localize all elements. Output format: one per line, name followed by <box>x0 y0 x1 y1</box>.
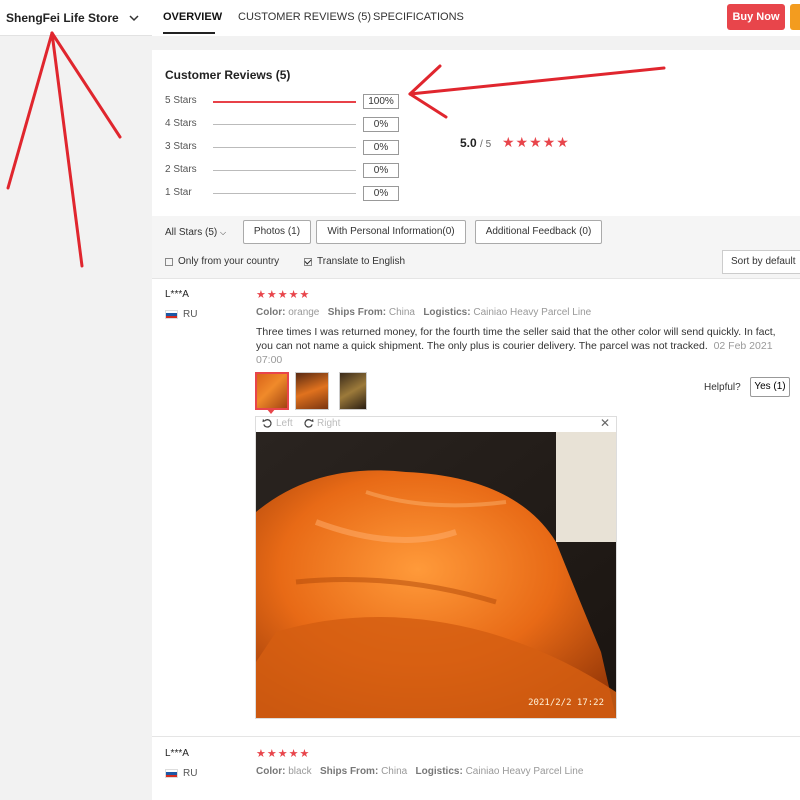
tab-overview[interactable]: OVERVIEW <box>163 11 222 23</box>
review-stars: ★★★★★ <box>256 748 311 760</box>
chevron-down-icon[interactable] <box>128 12 140 24</box>
rating-bar <box>213 193 356 194</box>
rotate-left-icon <box>262 418 272 428</box>
logistics-label: Logistics: <box>415 766 463 777</box>
store-name[interactable]: ShengFei Life Store <box>6 11 119 25</box>
rating-row[interactable]: 2 Stars 0% <box>165 163 405 178</box>
orange-bedding-photo <box>256 432 616 718</box>
review-photo-thumbnail[interactable] <box>295 372 329 410</box>
reviews-title: Customer Reviews (5) <box>165 68 291 82</box>
selected-thumbnail-pointer <box>266 408 276 414</box>
personal-info-filter-button[interactable]: With Personal Information(0) <box>316 220 466 244</box>
rating-percent: 0% <box>363 186 399 201</box>
rating-bar-fill <box>213 100 356 103</box>
translate-label: Translate to English <box>317 256 406 267</box>
rotate-left-label: Left <box>276 418 293 429</box>
rotate-left-button[interactable]: Left <box>262 418 293 429</box>
tab-specifications[interactable]: SPECIFICATIONS <box>373 11 464 23</box>
rotate-right-label: Right <box>317 418 341 429</box>
review-body: Three times I was returned money, for th… <box>256 326 776 352</box>
all-stars-label: All Stars (5) <box>165 227 218 238</box>
chevron-down-icon: ⌵ <box>220 228 227 237</box>
ships-from-value: China <box>388 307 415 318</box>
add-to-cart-button[interactable] <box>790 4 800 30</box>
logistics-label: Logistics: <box>423 307 471 318</box>
color-value: orange <box>288 307 320 318</box>
divider <box>152 736 800 737</box>
photo-viewer-toolbar: Left Right ✕ <box>256 416 616 432</box>
color-label: Color: <box>256 307 286 318</box>
rating-label: 3 Stars <box>165 141 197 152</box>
checkbox-checked[interactable] <box>304 257 312 266</box>
rating-label: 2 Stars <box>165 164 197 175</box>
rating-percent: 0% <box>363 163 399 178</box>
logistics-value: Cainiao Heavy Parcel Line <box>465 766 584 777</box>
review-meta: Color: orange Ships From: China Logistic… <box>256 307 591 318</box>
rating-row[interactable]: 3 Stars 0% <box>165 140 405 155</box>
review-meta: Color: black Ships From: China Logistics… <box>256 766 583 777</box>
only-country-checkbox[interactable]: Only from your country <box>165 256 279 267</box>
checkbox[interactable] <box>165 257 173 266</box>
russia-flag-icon <box>165 310 178 319</box>
ships-from-value: China <box>381 766 408 777</box>
translate-checkbox[interactable]: Translate to English <box>304 256 405 267</box>
review-photo: 2021/2/2 17:22 <box>256 432 616 718</box>
reviewer-name: L***A <box>165 289 189 300</box>
score-denominator: / 5 <box>480 139 492 150</box>
country-code: RU <box>183 768 198 779</box>
top-nav: OVERVIEW CUSTOMER REVIEWS (5) SPECIFICAT… <box>152 0 800 36</box>
divider <box>152 278 800 279</box>
review-photo-thumbnail[interactable] <box>339 372 367 410</box>
store-selector[interactable]: ShengFei Life Store <box>0 0 152 36</box>
rating-bar <box>213 100 356 103</box>
left-sidebar <box>0 0 152 800</box>
rating-label: 5 Stars <box>165 95 197 106</box>
color-value: black <box>288 766 312 777</box>
rating-label: 4 Stars <box>165 118 197 129</box>
sort-dropdown[interactable]: Sort by default <box>722 250 800 274</box>
rating-bar <box>213 170 356 171</box>
score-value: 5.0 <box>460 136 477 150</box>
rating-row[interactable]: 4 Stars 0% <box>165 117 405 132</box>
ships-from-label: Ships From: <box>319 766 379 777</box>
additional-feedback-filter-button[interactable]: Additional Feedback (0) <box>475 220 602 244</box>
country-code: RU <box>183 309 198 320</box>
reviewer-country: RU <box>165 768 197 779</box>
rating-percent: 100% <box>363 94 399 109</box>
reviewer-country: RU <box>165 309 197 320</box>
review-text: Three times I was returned money, for th… <box>256 325 776 367</box>
photo-timestamp: 2021/2/2 17:22 <box>528 698 604 708</box>
close-icon[interactable]: ✕ <box>600 416 610 430</box>
only-country-label: Only from your country <box>178 256 280 267</box>
rating-row[interactable]: 1 Star 0% <box>165 186 405 201</box>
rating-bar <box>213 124 356 125</box>
russia-flag-icon <box>165 769 178 778</box>
tab-customer-reviews[interactable]: CUSTOMER REVIEWS (5) <box>238 11 371 23</box>
rating-percent: 0% <box>363 140 399 155</box>
average-stars: ★★★★★ <box>502 134 570 150</box>
photo-viewer: Left Right ✕ 2021/2/2 17:22 <box>255 416 617 719</box>
active-tab-indicator <box>163 32 215 34</box>
review-stars: ★★★★★ <box>256 289 311 301</box>
rotate-right-icon <box>304 418 314 428</box>
ships-from-label: Ships From: <box>327 307 387 318</box>
rating-bar <box>213 147 356 148</box>
average-score: 5.0 / 5 <box>460 136 491 150</box>
content-gap <box>152 36 800 50</box>
rating-percent: 0% <box>363 117 399 132</box>
rotate-right-button[interactable]: Right <box>303 418 340 429</box>
photos-filter-button[interactable]: Photos (1) <box>243 220 311 244</box>
review-photo-thumbnail[interactable] <box>255 372 289 410</box>
rating-row[interactable]: 5 Stars 100% <box>165 94 405 109</box>
logistics-value: Cainiao Heavy Parcel Line <box>473 307 592 318</box>
reviewer-name: L***A <box>165 748 189 759</box>
helpful-label: Helpful? <box>704 382 741 393</box>
buy-now-button[interactable]: Buy Now <box>727 4 785 30</box>
helpful-yes-button[interactable]: Yes (1) <box>750 377 790 397</box>
rating-label: 1 Star <box>165 187 192 198</box>
all-stars-dropdown[interactable]: All Stars (5) ⌵ <box>165 227 226 238</box>
color-label: Color: <box>256 766 286 777</box>
reviews-panel: Customer Reviews (5) 5 Stars 100% 4 Star… <box>152 50 800 800</box>
